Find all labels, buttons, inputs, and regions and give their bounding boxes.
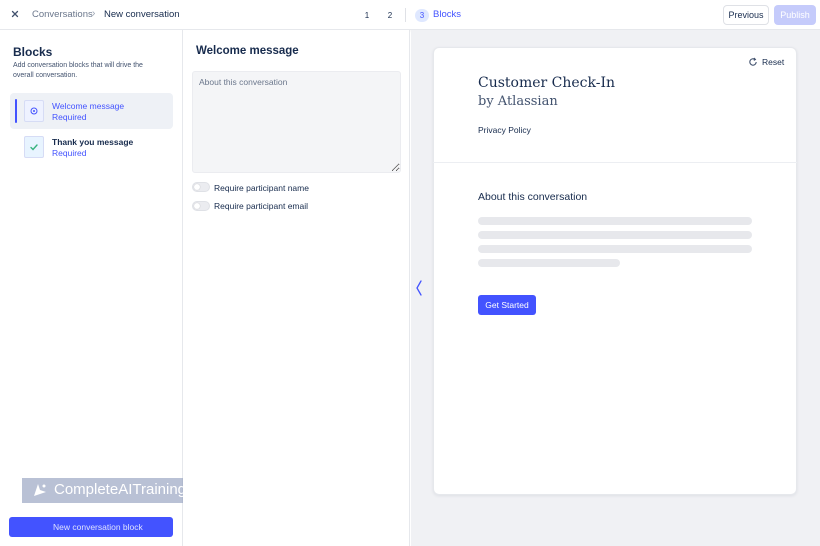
welcome-block-icon xyxy=(24,100,44,122)
preview-card xyxy=(433,47,797,495)
text-placeholder-line xyxy=(478,259,620,267)
step-label-blocks[interactable]: Blocks xyxy=(433,9,461,20)
blocks-panel: Blocks Add conversation blocks that will… xyxy=(0,30,183,546)
editor-panel: Welcome message Require participant name… xyxy=(183,30,410,546)
new-conversation-block-button[interactable]: New conversation block xyxy=(9,517,173,537)
get-started-button[interactable]: Get Started xyxy=(478,295,536,315)
step-3[interactable]: 3 xyxy=(415,9,429,22)
block-welcome-message[interactable]: Welcome message Required xyxy=(10,93,173,129)
breadcrumb-conversations[interactable]: Conversations xyxy=(32,9,93,20)
preview-subtitle: by Atlassian xyxy=(478,94,558,109)
chevron-right-icon: › xyxy=(92,8,96,19)
preview-about-heading: About this conversation xyxy=(478,191,588,203)
checkmark-icon xyxy=(24,136,44,158)
blocks-title: Blocks xyxy=(13,45,53,59)
require-email-toggle[interactable] xyxy=(192,201,210,211)
text-placeholder-line xyxy=(478,231,752,239)
privacy-policy-link[interactable]: Privacy Policy xyxy=(478,125,531,135)
block-title: Thank you message xyxy=(52,137,134,147)
publish-button[interactable]: Publish xyxy=(774,5,816,25)
block-subtitle: Required xyxy=(52,148,87,158)
reset-label: Reset xyxy=(762,57,785,67)
sparkle-icon xyxy=(30,482,48,501)
text-placeholder-line xyxy=(478,245,752,253)
breadcrumb-current: New conversation xyxy=(104,9,180,20)
step-divider xyxy=(405,8,406,22)
step-2[interactable]: 2 xyxy=(383,9,397,22)
block-title: Welcome message xyxy=(52,101,125,111)
top-bar: Conversations › New conversation 1 2 3 B… xyxy=(0,0,820,30)
require-name-label: Require participant name xyxy=(214,183,309,193)
collapse-handle-icon[interactable] xyxy=(416,280,422,296)
step-1[interactable]: 1 xyxy=(360,9,374,22)
block-thank-you-message[interactable]: Thank you message Required xyxy=(10,129,173,165)
preview-title: Customer Check-In xyxy=(478,75,616,91)
preview-divider xyxy=(433,162,797,163)
close-icon[interactable] xyxy=(9,8,21,20)
previous-button[interactable]: Previous xyxy=(723,5,769,25)
reset-button[interactable]: Reset xyxy=(748,57,784,67)
about-conversation-input[interactable] xyxy=(192,71,401,173)
selected-indicator xyxy=(15,99,17,123)
require-email-label: Require participant email xyxy=(214,201,309,211)
block-subtitle: Required xyxy=(52,112,87,122)
text-placeholder-line xyxy=(478,217,752,225)
refresh-icon xyxy=(749,57,757,66)
require-name-toggle[interactable] xyxy=(192,182,210,192)
blocks-description: Add conversation blocks that will drive … xyxy=(13,62,143,79)
editor-title: Welcome message xyxy=(196,45,299,57)
